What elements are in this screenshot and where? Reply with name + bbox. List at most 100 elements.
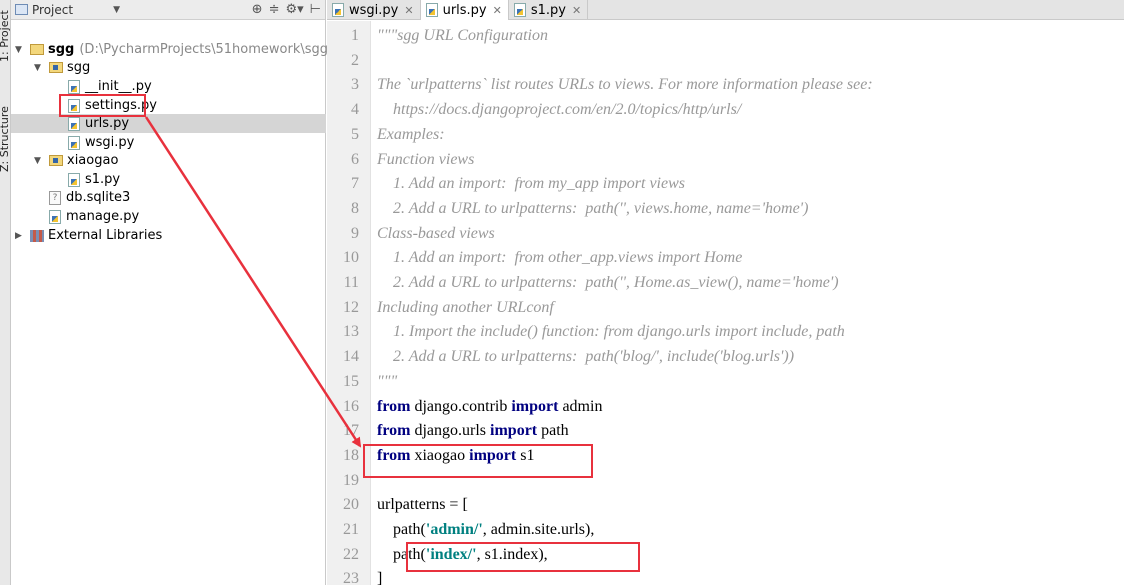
docstring: https://docs.djangoproject.com/en/2.0/to… [377, 101, 742, 119]
keyword: import [490, 422, 538, 440]
project-pane-title: Project [32, 2, 74, 17]
python-file-icon [49, 209, 61, 224]
docstring: Class-based views [377, 224, 495, 242]
line-number: 8 [351, 199, 359, 217]
code-editor[interactable]: 1 2 3 4 5 6 7 8 9 10 11 12 13 14 15 16 17 18 19 20 21 22 23 """… [343, 21, 1124, 585]
tree-item-label: sgg [48, 42, 75, 57]
code-line: https://docs.djangoproject.com/en/2.0/to… [377, 101, 741, 119]
code-text: django.urls [410, 422, 491, 440]
chevron-down-icon[interactable]: ▼ [34, 156, 41, 166]
locate-icon[interactable]: ⊕ [252, 2, 263, 17]
python-file-icon [68, 116, 80, 131]
code-line: from django.contrib import admin [377, 398, 602, 416]
close-icon[interactable]: ✕ [404, 4, 413, 17]
chevron-down-icon[interactable]: ▼ [34, 63, 41, 73]
code-text: , admin.site.urls), [482, 521, 595, 538]
highlight-import-line [363, 444, 593, 478]
line-number: 5 [351, 125, 359, 143]
project-pane: Project ▼ ⊕ ≑ ⚙▾ ⊢ ▼ sgg (D:\PycharmProjects\… [11, 0, 333, 585]
folder-icon [49, 62, 63, 73]
keyword: from [377, 397, 411, 415]
tree-item[interactable]: manage.py [11, 207, 326, 226]
code-text: path [537, 422, 569, 440]
line-number: 18 [343, 446, 359, 464]
close-icon[interactable]: ✕ [493, 4, 502, 17]
line-number: 17 [343, 422, 359, 440]
tree-item-label: urls.py [85, 116, 130, 131]
docstring: """sgg URL Configuration [377, 27, 548, 44]
tree-item-label: db.sqlite3 [66, 190, 131, 205]
editor-tab-label: urls.py [442, 2, 487, 18]
tree-item-label: wsgi.py [85, 135, 135, 150]
line-number: 4 [351, 101, 359, 119]
code-line: 1. Add an import: from other_app.views i… [377, 249, 742, 267]
tree-item[interactable]: ▼ sgg [11, 58, 326, 77]
line-number: 22 [343, 545, 359, 563]
tree-item[interactable]: ▼ sgg (D:\PycharmProjects\51homework\sgg) [11, 40, 333, 59]
code-text: urlpatterns = [ [377, 496, 468, 514]
python-file-icon [513, 3, 526, 17]
line-number: 9 [351, 224, 359, 242]
line-number: 14 [343, 348, 359, 366]
chevron-down-icon[interactable]: ▼ [15, 45, 22, 55]
code-line: urlpatterns = [ [377, 496, 468, 514]
project-pane-toolbar: ⊕ ≑ ⚙▾ ⊢ [252, 2, 321, 17]
tree-item[interactable]: ? db.sqlite3 [11, 188, 326, 207]
line-number: 15 [343, 372, 359, 390]
close-icon[interactable]: ✕ [572, 4, 581, 17]
python-file-icon [425, 3, 438, 17]
tree-item-label: xiaogao [67, 153, 119, 168]
docstring: 2. Add a URL to urlpatterns: path('blog/… [377, 348, 795, 366]
editor-tab[interactable]: wsgi.py ✕ [327, 0, 421, 20]
hide-icon[interactable]: ⊢ [310, 2, 321, 17]
code-line: 2. Add a URL to urlpatterns: path('', vi… [377, 200, 808, 218]
tree-item-label: External Libraries [48, 228, 163, 243]
line-number: 16 [343, 397, 359, 415]
tree-item[interactable]: wsgi.py [11, 133, 326, 152]
line-number: 2 [351, 51, 359, 69]
structure-tool-tab[interactable]: Z: Structure [0, 92, 10, 172]
folder-icon [30, 44, 44, 55]
docstring: Examples: [377, 125, 445, 143]
tree-item-label: sgg [67, 60, 91, 75]
code-line: 2. Add a URL to urlpatterns: path('', Ho… [377, 274, 839, 292]
line-number: 10 [343, 249, 359, 267]
docstring: 1. Add an import: from other_app.views i… [377, 249, 743, 267]
line-number: 11 [343, 274, 359, 291]
line-number: 7 [351, 175, 359, 193]
tree-item-label: s1.py [85, 172, 121, 187]
docstring: """ [377, 372, 398, 390]
code-line: 1. Import the include() function: from d… [377, 323, 845, 341]
tree-item[interactable]: s1.py [11, 170, 326, 189]
editor-tab[interactable]: s1.py ✕ [509, 0, 589, 20]
docstring: 2. Add a URL to urlpatterns: path('', vi… [377, 199, 809, 217]
keyword: from [377, 422, 411, 440]
project-tool-tab[interactable]: 1: Project [0, 0, 10, 62]
tree-item[interactable]: ▶ External Libraries [11, 226, 326, 245]
code-line: 1. Add an import: from my_app import vie… [377, 175, 685, 193]
line-number: 1 [351, 27, 359, 44]
highlight-index-path [406, 542, 640, 572]
chevron-right-icon[interactable]: ▶ [15, 231, 22, 241]
line-number: 19 [343, 471, 359, 489]
python-file-icon [68, 172, 80, 187]
editor-tab[interactable]: urls.py ✕ [420, 0, 509, 20]
code-line: Including another URLconf [377, 299, 554, 317]
python-file-icon [68, 135, 80, 150]
line-number: 3 [351, 76, 359, 94]
code-line: """sgg URL Configuration [377, 27, 548, 45]
code-line: Function views [377, 151, 474, 169]
docstring: 2. Add a URL to urlpatterns: path('', Ho… [377, 274, 839, 291]
code-text: django.contrib [410, 397, 512, 415]
python-file-icon [332, 3, 344, 17]
collapse-icon[interactable]: ≑ [269, 2, 280, 17]
tree-item[interactable]: ▼ xiaogao [11, 151, 326, 170]
chevron-down-icon[interactable]: ▼ [113, 5, 120, 15]
editor-tab-label: wsgi.py [349, 2, 399, 18]
line-number: 23 [343, 570, 359, 585]
python-file-icon [68, 79, 80, 94]
tree-item-path: (D:\PycharmProjects\51homework\sgg) [79, 42, 334, 57]
code-line: Examples: [377, 126, 445, 144]
gear-icon[interactable]: ⚙▾ [285, 2, 303, 17]
docstring: Including another URLconf [377, 298, 554, 316]
